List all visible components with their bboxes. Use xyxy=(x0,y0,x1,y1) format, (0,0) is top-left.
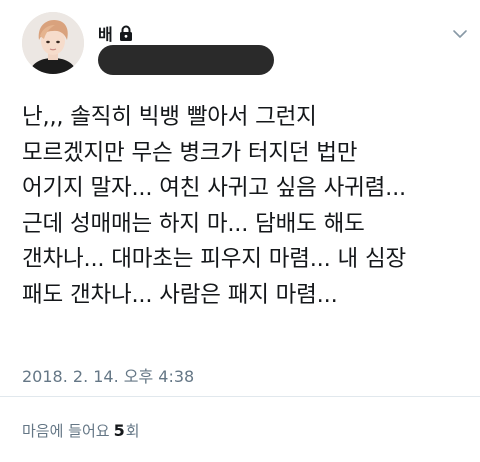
likes-label: 마음에 들어요 xyxy=(22,422,110,440)
chevron-down-icon[interactable] xyxy=(450,26,470,40)
tweet-text-line: 난,,, 솔직히 빅뱅 빨아서 그런지 xyxy=(22,104,317,130)
tweet-text-line: 어기지 말자... 여친 사귀고 싶음 사귀렴... xyxy=(22,175,406,202)
tweet-timestamp[interactable]: 2018. 2. 14. 오후 4:38 xyxy=(22,363,194,387)
author-name-row: 배 xyxy=(98,22,133,44)
tweet-text-line: 모르겠지만 무슨 병크가 터지던 법만 xyxy=(22,139,358,166)
likes-stat[interactable]: 마음에 들어요 5회 xyxy=(22,420,140,441)
likes-count: 5 xyxy=(113,421,125,440)
avatar[interactable] xyxy=(22,12,84,74)
tweet-text-line: 패도 갠차나... 사람은 패지 마렴... xyxy=(22,281,338,308)
divider xyxy=(0,396,480,397)
display-name[interactable]: 배 xyxy=(98,21,113,45)
tweet-text-line: 근데 성매매는 하지 마... 담배도 해도 xyxy=(22,210,365,237)
tweet-card: 배 난,,, 솔직히 빅뱅 빨아서 그런지 모르겠지만 무슨 병크가 터지던 법… xyxy=(0,0,480,462)
likes-suffix: 회 xyxy=(125,422,140,440)
lock-icon xyxy=(119,25,133,41)
tweet-text: 난,,, 솔직히 빅뱅 빨아서 그런지 모르겠지만 무슨 병크가 터지던 법만 … xyxy=(22,100,472,314)
tweet-text-line: 갠차나... 대마초는 피우지 마렴... 내 심장 xyxy=(22,246,406,273)
redacted-handle xyxy=(98,45,274,75)
profile-avatar-image xyxy=(22,12,84,74)
